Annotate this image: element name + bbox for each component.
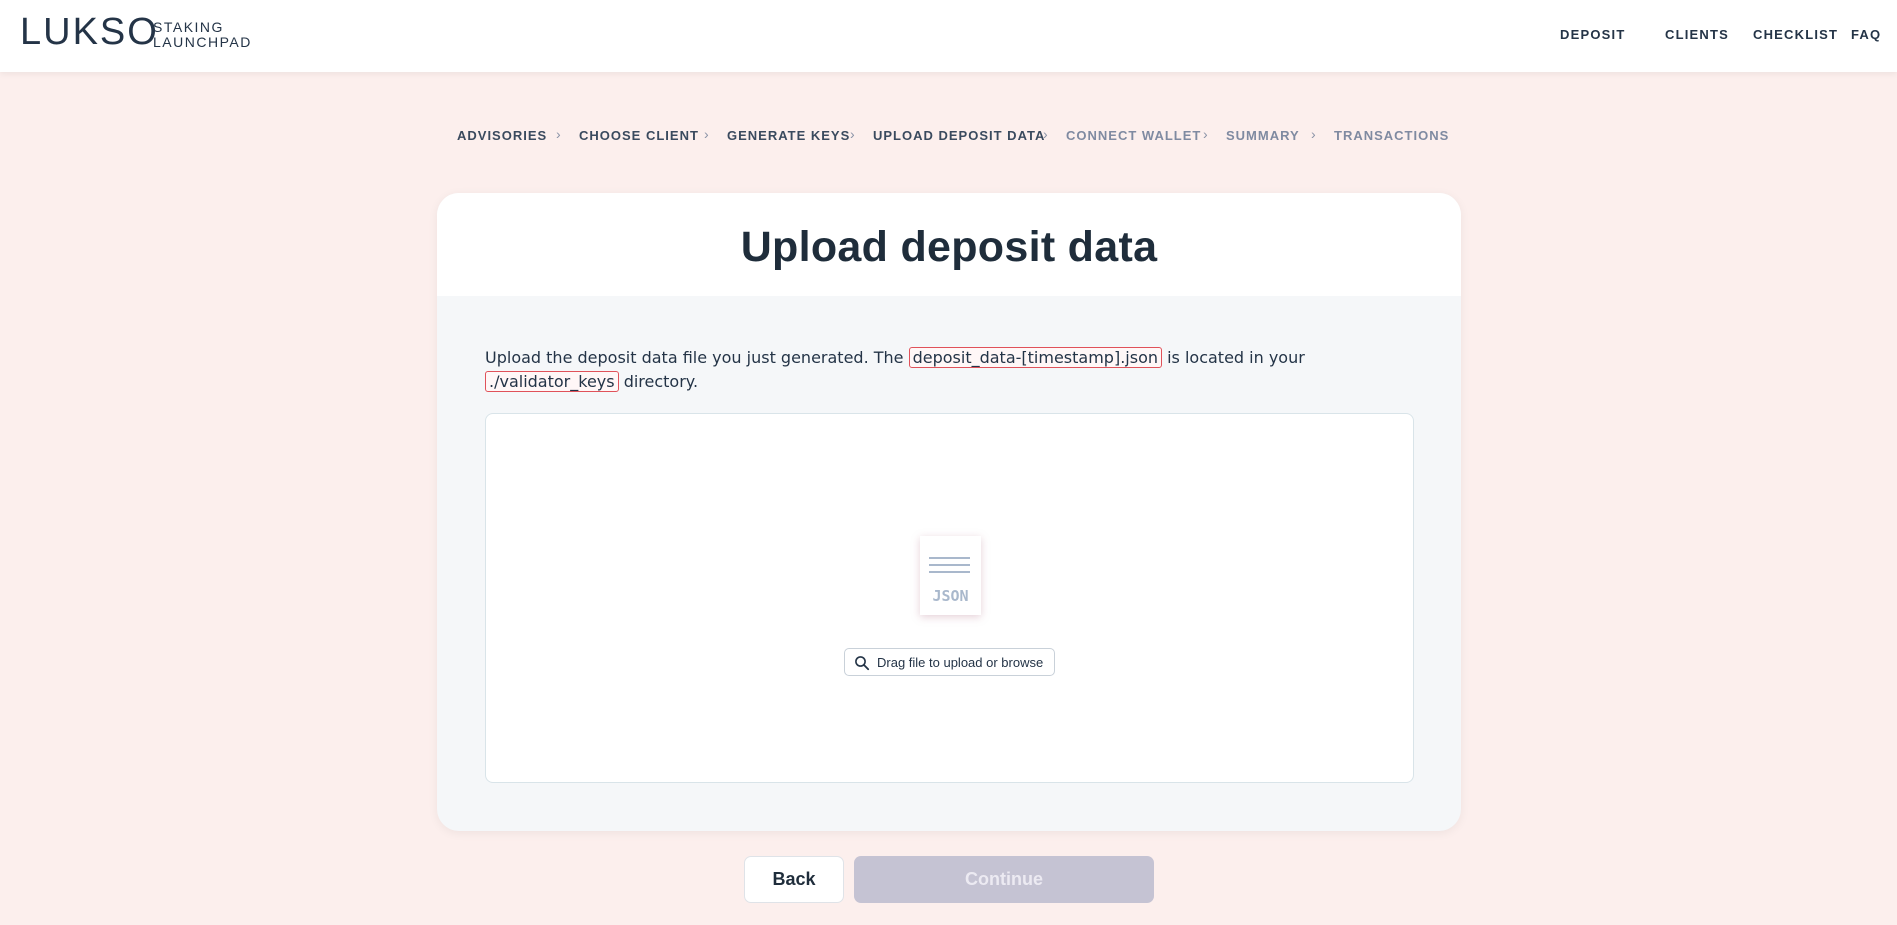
json-file-icon: JSON	[920, 536, 981, 615]
desc-middle: is located in your	[1167, 348, 1305, 367]
browse-file-button[interactable]: Drag file to upload or browse	[844, 648, 1055, 676]
step-chevron-icon: ›	[704, 126, 710, 142]
top-header: LUKSO STAKING LAUNCHPAD DEPOSIT CLIENTS …	[0, 0, 1897, 72]
step-transactions: TRANSACTIONS	[1334, 128, 1450, 143]
step-summary: SUMMARY	[1226, 128, 1300, 143]
validator-keys-dir: ./validator_keys	[485, 371, 619, 392]
desc-suffix: directory.	[623, 372, 699, 391]
step-upload-deposit-data[interactable]: UPLOAD DEPOSIT DATA	[873, 128, 1045, 143]
step-advisories[interactable]: ADVISORIES	[457, 128, 547, 143]
lukso-logo[interactable]: LUKSO	[20, 11, 159, 54]
step-chevron-icon: ›	[1203, 126, 1209, 142]
browse-file-label: Drag file to upload or browse	[877, 655, 1044, 670]
upload-card: Upload deposit data Upload the deposit d…	[437, 193, 1461, 831]
progress-steps: ADVISORIES › CHOOSE CLIENT › GENERATE KE…	[0, 126, 1897, 144]
nav-clients[interactable]: CLIENTS	[1665, 27, 1729, 42]
json-file-icon-label: JSON	[932, 587, 969, 605]
desc-prefix: Upload the deposit data file you just ge…	[485, 348, 904, 367]
deposit-file-name: deposit_data-[timestamp].json	[908, 347, 1162, 368]
card-header: Upload deposit data	[437, 193, 1461, 296]
upload-description: Upload the deposit data file you just ge…	[485, 346, 1415, 394]
file-dropzone[interactable]: JSON Drag file to upload or browse	[485, 413, 1414, 783]
step-chevron-icon: ›	[556, 126, 562, 142]
logo-subtitle: STAKING LAUNCHPAD	[153, 20, 252, 50]
back-button[interactable]: Back	[744, 856, 844, 903]
step-chevron-icon: ›	[1043, 126, 1049, 142]
nav-deposit[interactable]: DEPOSIT	[1560, 27, 1625, 42]
continue-button[interactable]: Continue	[854, 856, 1154, 903]
page-title: Upload deposit data	[740, 223, 1158, 271]
step-chevron-icon: ›	[850, 126, 856, 142]
nav-checklist[interactable]: CHECKLIST	[1753, 27, 1838, 42]
step-connect-wallet: CONNECT WALLET	[1066, 128, 1202, 143]
step-chevron-icon: ›	[1311, 126, 1317, 142]
logo-subtitle-line2: LAUNCHPAD	[153, 34, 252, 50]
nav-faq[interactable]: FAQ	[1851, 27, 1881, 42]
step-choose-client[interactable]: CHOOSE CLIENT	[579, 128, 699, 143]
logo-subtitle-line1: STAKING	[153, 19, 224, 35]
search-icon	[855, 656, 870, 671]
step-generate-keys[interactable]: GENERATE KEYS	[727, 128, 850, 143]
